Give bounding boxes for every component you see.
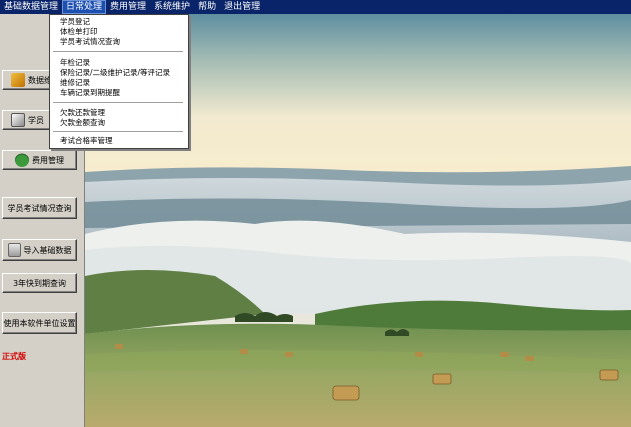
hay-bale (285, 352, 293, 357)
sidebar-button-label: 学员 (28, 115, 44, 125)
menu-item-annual-inspection[interactable]: 年检记录 (50, 58, 186, 68)
menu-help[interactable]: 帮助 (194, 0, 220, 14)
menu-system-maintenance[interactable]: 系统维护 (150, 0, 194, 14)
pen-icon (11, 113, 25, 127)
version-label: 正式版 (2, 352, 26, 361)
sidebar-button-expiry-query[interactable]: 3年快到期查询 (2, 273, 77, 293)
menu-separator (53, 102, 183, 104)
menu-basic-data[interactable]: 基础数据管理 (0, 0, 62, 14)
money-bag-icon (15, 153, 29, 167)
menu-separator (53, 51, 183, 53)
data-icon (11, 73, 25, 87)
menu-item-debt-amount-query[interactable]: 欠款金额查询 (50, 118, 186, 128)
menu-daily-processing[interactable]: 日常处理 (62, 0, 107, 14)
sidebar-button-unit-settings[interactable]: 使用本软件单位设置 (2, 312, 77, 334)
sidebar-button-exam-query[interactable]: 学员考试情况查询 (2, 197, 77, 219)
hay-bale (599, 369, 619, 381)
sidebar-button-label: 导入基础数据 (23, 245, 72, 255)
sidebar-button-import-data[interactable]: 导入基础数据 (2, 239, 77, 261)
hay-bale (500, 352, 509, 357)
sidebar-button-label: 使用本软件单位设置 (3, 318, 76, 328)
menu-item-exam-query[interactable]: 学员考试情况查询 (50, 37, 186, 47)
hay-bale (332, 385, 360, 401)
menu-item-insurance-maintenance[interactable]: 保险记录/二级维护记录/等评记录 (50, 68, 186, 78)
menu-fee-management[interactable]: 费用管理 (106, 0, 150, 14)
sidebar-button-label: 费用管理 (32, 155, 64, 165)
daily-processing-dropdown: 学员登记 体检单打印 学员考试情况查询 年检记录 保险记录/二级维护记录/等评记… (49, 14, 189, 149)
sidebar-button-fee-management[interactable]: 费用管理 (2, 150, 77, 170)
menu-item-pass-rate[interactable]: 考试合格率管理 (50, 136, 186, 146)
hay-bale (115, 344, 123, 349)
menu-exit[interactable]: 退出管理 (220, 0, 264, 14)
sidebar-button-label: 学员考试情况查询 (7, 203, 72, 213)
hay-bale (415, 352, 423, 357)
menu-item-physical-exam-print[interactable]: 体检单打印 (50, 27, 186, 37)
hay-bale (525, 356, 534, 361)
menu-item-repair-record[interactable]: 维修记录 (50, 78, 186, 88)
sidebar-button-label: 3年快到期查询 (12, 278, 67, 288)
hay-bale (240, 349, 248, 354)
hay-bale (432, 373, 452, 385)
menu-item-debt-repayment[interactable]: 欠款还款管理 (50, 108, 186, 118)
import-icon (7, 243, 21, 257)
menu-item-vehicle-expiry-reminder[interactable]: 车辆记录到期提醒 (50, 88, 186, 98)
menu-item-student-register[interactable]: 学员登记 (50, 17, 186, 27)
menu-bar: 基础数据管理 日常处理 费用管理 系统维护 帮助 退出管理 (0, 0, 631, 14)
menu-separator (53, 131, 183, 133)
